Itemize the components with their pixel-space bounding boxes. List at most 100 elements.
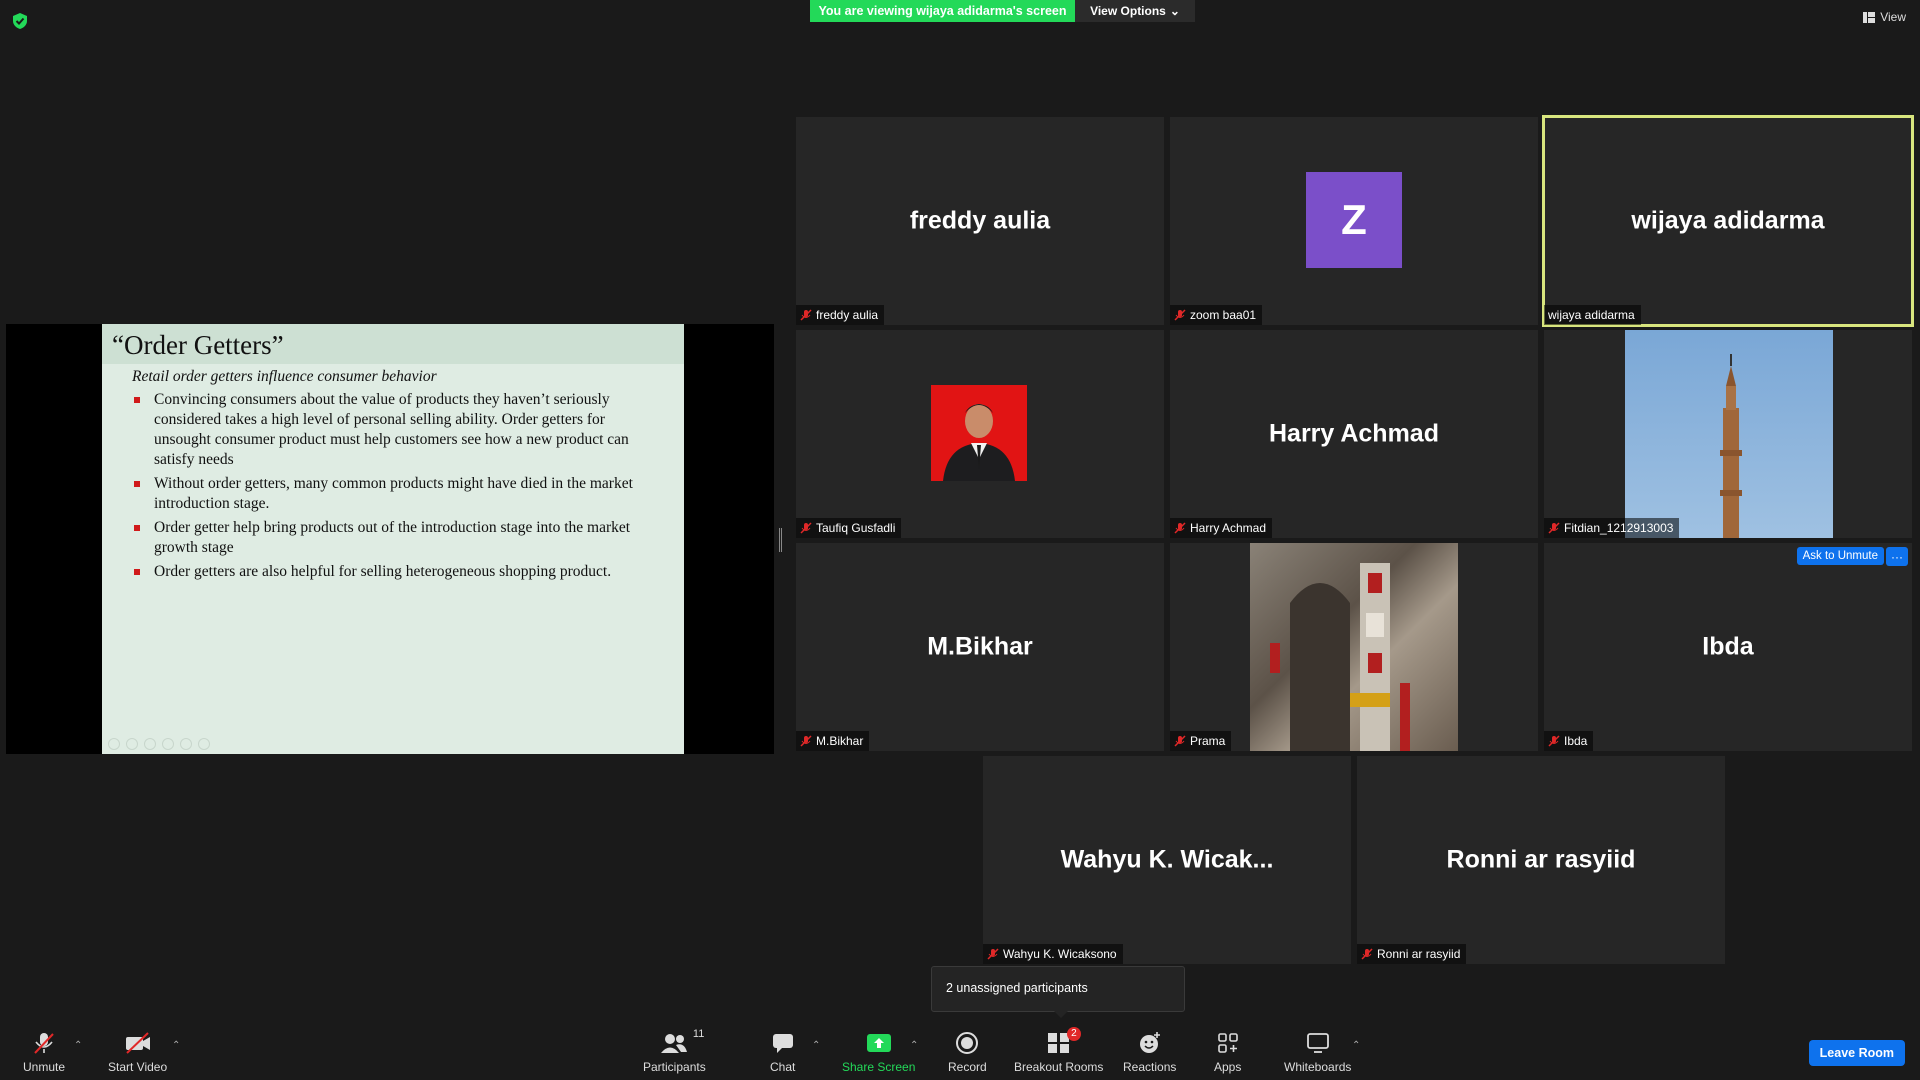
bullet-text: Without order getters, many common produ…: [154, 475, 633, 512]
slide-controls: [108, 738, 210, 750]
whiteboard-icon: [1306, 1033, 1329, 1053]
list-item: Order getter help bring products out of …: [132, 518, 660, 558]
start-video-button[interactable]: Start Video: [108, 1030, 167, 1074]
bullet-text: Order getters are also helpful for selli…: [154, 563, 612, 580]
participant-photo: [1625, 330, 1833, 538]
unmute-button[interactable]: Unmute: [23, 1030, 65, 1074]
whiteboard-options-caret-icon[interactable]: ⌃: [1352, 1040, 1360, 1051]
participant-tile[interactable]: freddy aulia freddy aulia: [796, 117, 1164, 325]
participant-name-label: freddy aulia: [796, 305, 885, 325]
breakout-badge: 2: [1067, 1027, 1081, 1041]
participant-display-name: Ibda: [1702, 632, 1754, 661]
unmute-label: Unmute: [23, 1060, 66, 1074]
mic-muted-icon: [800, 522, 812, 534]
slide-control-icon: [198, 738, 210, 750]
shared-screen[interactable]: “Order Getters” Retail order getters inf…: [6, 324, 774, 754]
participant-tile[interactable]: Ask to Unmute ··· Ibda Ibda: [1544, 543, 1912, 751]
participant-display-name: Wahyu K. Wicak...: [1060, 845, 1274, 874]
participant-name-label: zoom baa01: [1170, 305, 1263, 325]
avatar: Z: [1306, 172, 1402, 268]
participant-name-label: Prama: [1170, 731, 1232, 751]
participants-count: 11: [692, 1028, 705, 1040]
record-button[interactable]: Record: [948, 1030, 987, 1074]
participant-display-name: freddy aulia: [909, 206, 1051, 235]
whiteboards-button[interactable]: Whiteboards: [1284, 1030, 1351, 1074]
view-label: View: [1880, 10, 1906, 24]
breakout-rooms-button[interactable]: 2 Breakout Rooms: [1014, 1027, 1104, 1074]
mic-muted-icon: [34, 1033, 54, 1054]
participant-tile[interactable]: Ronni ar rasyiid Ronni ar rasyiid: [1357, 756, 1725, 964]
participant-name: wijaya adidarma: [1548, 308, 1635, 322]
participant-tile-active-speaker[interactable]: wijaya adidarma wijaya adidarma: [1542, 115, 1914, 327]
bullet-icon: [134, 397, 140, 403]
participants-button[interactable]: 11 Participants: [643, 1028, 706, 1074]
participant-display-name: M.Bikhar: [927, 632, 1033, 661]
audio-options-caret-icon[interactable]: ⌃: [74, 1040, 82, 1051]
slide-bullet-list: Convincing consumers about the value of …: [132, 390, 660, 582]
participant-name-label: Ibda: [1544, 731, 1594, 751]
leave-room-button[interactable]: Leave Room: [1808, 1040, 1905, 1066]
chat-options-caret-icon[interactable]: ⌃: [812, 1040, 820, 1051]
list-item: Order getters are also helpful for selli…: [132, 562, 660, 582]
ask-to-unmute-button[interactable]: Ask to Unmute: [1796, 547, 1884, 565]
participants-label: Participants: [643, 1060, 706, 1074]
apps-label: Apps: [1214, 1060, 1242, 1074]
slide-control-icon: [144, 738, 156, 750]
participant-name-label: wijaya adidarma: [1544, 305, 1641, 325]
participant-display-name: Ronni ar rasyiid: [1446, 845, 1636, 874]
screen-share-banner: You are viewing wijaya adidarma's screen: [810, 0, 1075, 22]
mic-muted-icon: [1361, 948, 1373, 960]
participant-name-label: M.Bikhar: [796, 731, 870, 751]
view-options-button[interactable]: View Options ⌄: [1075, 0, 1195, 22]
apps-button[interactable]: Apps: [1214, 1030, 1241, 1074]
view-options-label: View Options: [1090, 4, 1166, 18]
bullet-text: Order getter help bring products out of …: [154, 519, 631, 556]
participant-tile[interactable]: Fitdian_1212913003: [1544, 330, 1912, 538]
share-options-caret-icon[interactable]: ⌃: [910, 1040, 918, 1051]
security-shield-icon[interactable]: [12, 12, 28, 30]
participant-tile[interactable]: Prama: [1170, 543, 1538, 751]
participant-tile[interactable]: M.Bikhar M.Bikhar: [796, 543, 1164, 751]
share-screen-button[interactable]: Share Screen: [842, 1030, 915, 1074]
zoom-meeting-window: You are viewing wijaya adidarma's screen…: [0, 0, 1920, 1080]
breakout-rooms-label: Breakout Rooms: [1014, 1060, 1104, 1074]
participant-name-label: Wahyu K. Wicaksono: [983, 944, 1123, 964]
video-off-icon: [125, 1032, 150, 1054]
bullet-text: Convincing consumers about the value of …: [154, 391, 629, 468]
slide-title-bar: “Order Getters”: [102, 324, 684, 364]
participant-display-name: Harry Achmad: [1269, 419, 1439, 448]
reactions-label: Reactions: [1123, 1060, 1177, 1074]
participant-tile[interactable]: Wahyu K. Wicak... Wahyu K. Wicaksono: [983, 756, 1351, 964]
mic-muted-icon: [1548, 735, 1560, 747]
bullet-icon: [134, 569, 140, 575]
participant-name: zoom baa01: [1190, 308, 1257, 322]
panel-splitter-handle[interactable]: [779, 528, 782, 552]
share-screen-label: Share Screen: [842, 1060, 916, 1074]
chat-icon: [772, 1034, 793, 1053]
participant-photo: [1250, 543, 1458, 751]
more-options-button[interactable]: ···: [1886, 547, 1908, 566]
slide-control-icon: [180, 738, 192, 750]
participant-tile[interactable]: Z zoom baa01: [1170, 117, 1538, 325]
participant-tile[interactable]: Harry Achmad Harry Achmad: [1170, 330, 1538, 538]
participant-name: Ronni ar rasyiid: [1377, 947, 1461, 961]
participant-name: freddy aulia: [816, 308, 879, 322]
share-screen-icon: [866, 1034, 891, 1052]
mic-muted-icon: [1174, 735, 1186, 747]
grid-view-icon: [1863, 11, 1876, 23]
mic-muted-icon: [1548, 522, 1560, 534]
whiteboards-label: Whiteboards: [1284, 1060, 1352, 1074]
slide-subtitle: Retail order getters influence consumer …: [132, 368, 437, 385]
slide-control-icon: [108, 738, 120, 750]
participant-tile[interactable]: Taufiq Gusfadli: [796, 330, 1164, 538]
video-options-caret-icon[interactable]: ⌃: [172, 1040, 180, 1051]
chat-label: Chat: [770, 1060, 796, 1074]
view-button[interactable]: View: [1863, 10, 1906, 24]
participant-name-label: Fitdian_1212913003: [1544, 518, 1680, 538]
reactions-icon: [1139, 1032, 1160, 1053]
chevron-down-icon: ⌄: [1169, 4, 1180, 18]
reactions-button[interactable]: Reactions: [1123, 1030, 1176, 1074]
chat-button[interactable]: Chat: [770, 1030, 795, 1074]
participant-name: M.Bikhar: [816, 734, 864, 748]
participant-name: Taufiq Gusfadli: [816, 521, 896, 535]
